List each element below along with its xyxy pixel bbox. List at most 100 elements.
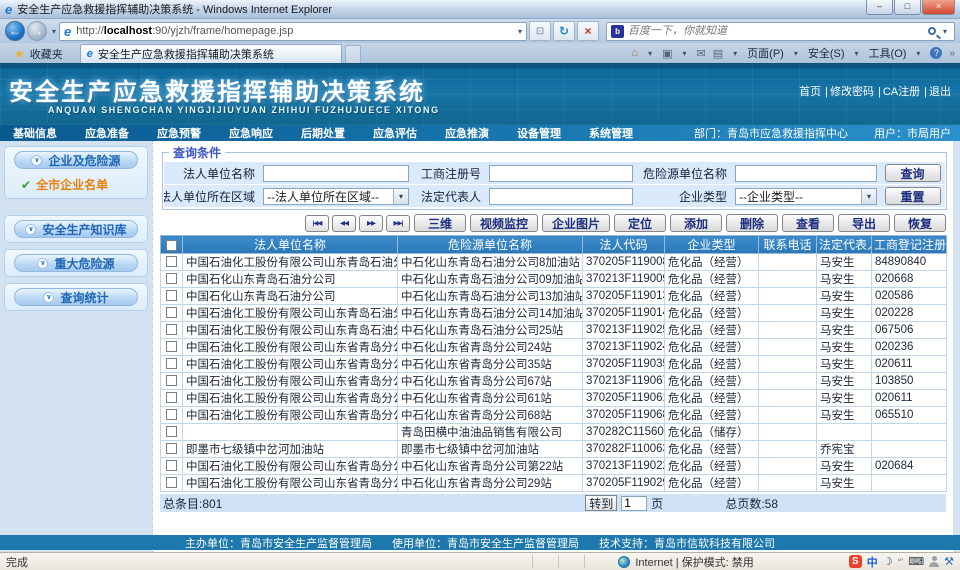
- toolbar-button[interactable]: 三维: [414, 214, 466, 232]
- toolbar-button[interactable]: 企业图片: [542, 214, 610, 232]
- paging-button[interactable]: ◀◀: [332, 215, 356, 232]
- sidebar-item-major-hazard[interactable]: ∨ 重大危险源: [14, 254, 138, 272]
- row-checkbox[interactable]: [166, 443, 177, 454]
- tools-menu[interactable]: 工具(O): [869, 45, 907, 61]
- favorites-button[interactable]: ★ 收藏夹: [5, 45, 72, 63]
- paging-button[interactable]: ▶▶|: [386, 215, 410, 232]
- header-link[interactable]: 修改密码: [821, 83, 874, 99]
- paging-button[interactable]: |◀◀: [305, 215, 329, 232]
- row-checkbox[interactable]: [166, 375, 177, 386]
- address-bar[interactable]: e http://localhost:90/yjzh/frame/homepag…: [59, 22, 527, 41]
- menu-item[interactable]: 设备管理: [504, 125, 576, 141]
- search-box[interactable]: b ▾: [606, 22, 955, 41]
- compatibility-view-icon[interactable]: ⊡: [529, 21, 551, 41]
- toolbar-button[interactable]: 恢复: [894, 214, 946, 232]
- history-dropdown-icon[interactable]: ▾: [52, 27, 56, 36]
- table-row[interactable]: 即墨市七级镇中岔河加油站 即墨市七级镇中岔河加油站 370282F110063 …: [161, 441, 947, 458]
- sogou-ime-icon[interactable]: S: [849, 555, 862, 568]
- home-dropdown-icon[interactable]: ▾: [648, 49, 652, 58]
- row-checkbox[interactable]: [166, 273, 177, 284]
- user-tray-icon[interactable]: [929, 556, 939, 567]
- sidebar-item-query-stats[interactable]: ∨ 查询统计: [14, 288, 138, 306]
- row-checkbox[interactable]: [166, 477, 177, 488]
- sidebar-item-enterprise-hazard[interactable]: ∨ 企业及危险源: [14, 151, 138, 169]
- print-icon[interactable]: ▤: [713, 47, 723, 60]
- row-checkbox[interactable]: [166, 426, 177, 437]
- keyboard-icon[interactable]: ⌨: [908, 555, 924, 568]
- forward-button[interactable]: →: [27, 21, 47, 41]
- toolbar-button[interactable]: 视频监控: [470, 214, 538, 232]
- menu-item[interactable]: 后期处置: [288, 125, 360, 141]
- select-all-checkbox[interactable]: [166, 240, 177, 251]
- feeds-dropdown-icon[interactable]: ▾: [683, 49, 687, 58]
- search-dropdown-icon[interactable]: ▾: [943, 27, 947, 36]
- row-checkbox[interactable]: [166, 290, 177, 301]
- row-checkbox[interactable]: [166, 409, 177, 420]
- header-link[interactable]: 首页: [799, 83, 821, 99]
- row-checkbox[interactable]: [166, 341, 177, 352]
- reg-no-input[interactable]: [489, 165, 633, 182]
- area-select[interactable]: --法人单位所在区域-- ▾: [263, 188, 409, 205]
- tab-active[interactable]: e 安全生产应急救援指挥辅助决策系统: [80, 44, 342, 63]
- query-button[interactable]: 查询: [885, 164, 941, 182]
- toolbar-button[interactable]: 导出: [838, 214, 890, 232]
- feeds-icon[interactable]: ▣: [662, 47, 672, 60]
- header-link[interactable]: 退出: [920, 83, 951, 99]
- maximize-button[interactable]: □: [894, 0, 921, 15]
- menu-item[interactable]: 应急响应: [216, 125, 288, 141]
- sidebar-item-city-enterprise-list[interactable]: ✔ 全市企业名单: [21, 176, 147, 193]
- close-button[interactable]: ×: [922, 0, 955, 15]
- row-checkbox[interactable]: [166, 307, 177, 318]
- new-tab-button[interactable]: [345, 45, 361, 63]
- home-icon[interactable]: ⌂: [631, 47, 638, 59]
- table-row[interactable]: 中国石油化工股份有限公司山东省青岛分公司 中石化山东省青岛分公司67站 3702…: [161, 373, 947, 390]
- menu-item[interactable]: 应急准备: [72, 125, 144, 141]
- minimize-button[interactable]: –: [866, 0, 893, 15]
- menu-item[interactable]: 应急评估: [360, 125, 432, 141]
- refresh-button[interactable]: ↻: [553, 21, 575, 41]
- table-row[interactable]: 青岛田横中油油品销售有限公司 370282C115602 危化品（储存）: [161, 424, 947, 441]
- row-checkbox[interactable]: [166, 358, 177, 369]
- menu-item[interactable]: 应急预警: [144, 125, 216, 141]
- toolbar-button[interactable]: 删除: [726, 214, 778, 232]
- more-commands-icon[interactable]: »: [949, 48, 955, 59]
- goto-page-input[interactable]: [621, 496, 647, 511]
- moon-ime-icon[interactable]: ☽: [883, 555, 893, 568]
- toolbar-button[interactable]: 查看: [782, 214, 834, 232]
- type-select[interactable]: --企业类型-- ▾: [735, 188, 877, 205]
- search-magnifier-icon[interactable]: [928, 27, 936, 35]
- table-row[interactable]: 中国石化山东青岛石油分公司 中石化山东青岛石油分公司13加油站 370205F1…: [161, 288, 947, 305]
- table-row[interactable]: 中国石油化工股份有限公司山东省青岛分公司 中石化山东省青岛分公司第22站 370…: [161, 458, 947, 475]
- safety-menu[interactable]: 安全(S): [808, 45, 845, 61]
- table-row[interactable]: 中国石油化工股份有限公司山东青岛石油分公司 中石化山东青岛石油分公司8加油站 3…: [161, 254, 947, 271]
- print-dropdown-icon[interactable]: ▾: [733, 49, 737, 58]
- search-input[interactable]: [628, 25, 926, 37]
- table-row[interactable]: 中国石油化工股份有限公司山东青岛石油分公司 中石化山东青岛石油分公司14加油站 …: [161, 305, 947, 322]
- wrench-tray-icon[interactable]: ⚒: [944, 555, 954, 568]
- row-checkbox[interactable]: [166, 392, 177, 403]
- row-checkbox[interactable]: [166, 256, 177, 267]
- table-row[interactable]: 中国石油化工股份有限公司山东省青岛分公司 中石化山东省青岛分公司24站 3702…: [161, 339, 947, 356]
- legal-name-input[interactable]: [263, 165, 409, 182]
- punctuation-ime-icon[interactable]: °’: [898, 557, 904, 567]
- toolbar-button[interactable]: 定位: [614, 214, 666, 232]
- goto-button[interactable]: 转到: [585, 495, 617, 511]
- table-row[interactable]: 中国石油化工股份有限公司山东省青岛分公司 中石化山东省青岛分公司35站 3702…: [161, 356, 947, 373]
- reset-button[interactable]: 重置: [885, 187, 941, 205]
- paging-button[interactable]: ▶▶: [359, 215, 383, 232]
- table-row[interactable]: 中国石油化工股份有限公司山东省青岛分公司 中石化山东省青岛分公司29站 3702…: [161, 475, 947, 492]
- help-icon[interactable]: ?: [930, 47, 942, 59]
- stop-button[interactable]: ×: [577, 21, 599, 41]
- row-checkbox[interactable]: [166, 324, 177, 335]
- table-row[interactable]: 中国石油化工股份有限公司山东省青岛分公司 中石化山东省青岛分公司68站 3702…: [161, 407, 947, 424]
- table-row[interactable]: 中国石油化工股份有限公司山东青岛石油分公司 中石化山东青岛石油分公司25站 37…: [161, 322, 947, 339]
- menu-item[interactable]: 基础信息: [0, 125, 72, 141]
- menu-item[interactable]: 系统管理: [576, 125, 648, 141]
- table-row[interactable]: 中国石油化工股份有限公司山东省青岛分公司 中石化山东省青岛分公司61站 3702…: [161, 390, 947, 407]
- header-link[interactable]: CA注册: [874, 83, 920, 99]
- representative-input[interactable]: [489, 188, 633, 205]
- table-row[interactable]: 中国石化山东青岛石油分公司 中石化山东青岛石油分公司09加油站 370213F1…: [161, 271, 947, 288]
- back-button[interactable]: ←: [5, 21, 25, 41]
- toolbar-button[interactable]: 添加: [670, 214, 722, 232]
- page-menu[interactable]: 页面(P): [747, 45, 784, 61]
